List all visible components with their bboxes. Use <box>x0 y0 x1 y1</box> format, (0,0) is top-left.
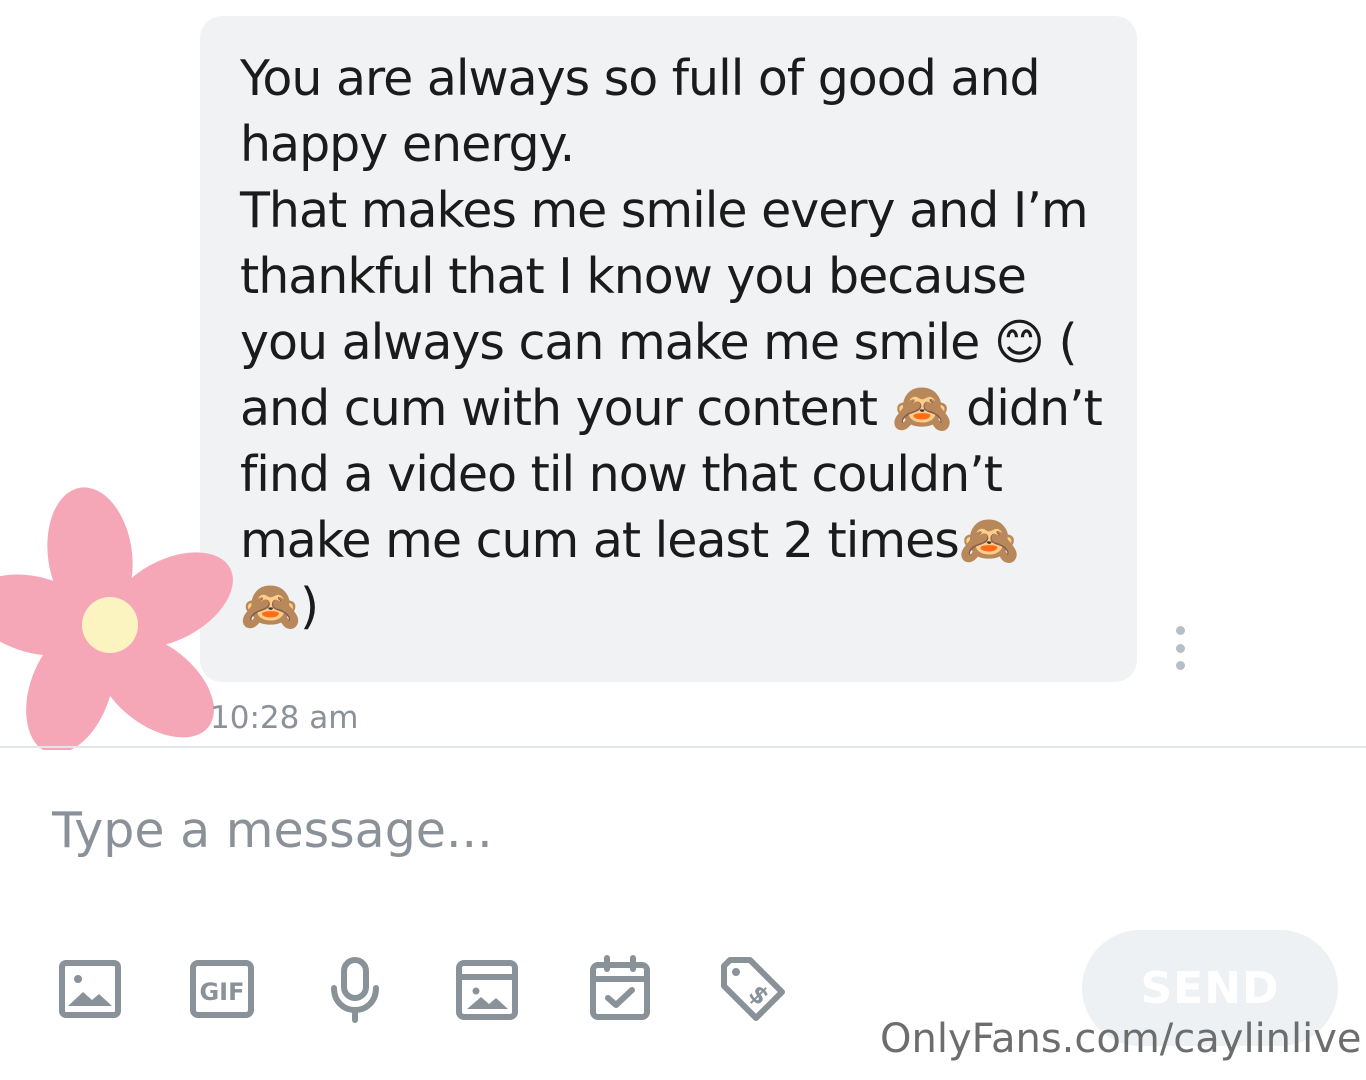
calendar-icon[interactable] <box>585 954 655 1024</box>
media-vault-icon[interactable] <box>452 954 522 1024</box>
gif-label: GIF <box>199 978 244 1006</box>
message-input[interactable] <box>52 790 1332 870</box>
chat-screen: You are always so full of good and happy… <box>0 0 1366 1080</box>
watermark-text: OnlyFans.com/caylinlive <box>880 1016 1362 1062</box>
microphone-icon[interactable] <box>320 954 390 1024</box>
message-timestamp: 10:28 am <box>210 700 359 736</box>
composer-divider <box>0 746 1366 748</box>
price-tag-icon[interactable]: $ <box>718 954 788 1024</box>
gif-icon[interactable]: GIF <box>187 954 257 1024</box>
message-options-icon[interactable] <box>1170 626 1190 670</box>
image-icon[interactable] <box>55 954 125 1024</box>
message-bubble: You are always so full of good and happy… <box>200 16 1137 682</box>
message-text: You are always so full of good and happy… <box>240 50 1103 635</box>
